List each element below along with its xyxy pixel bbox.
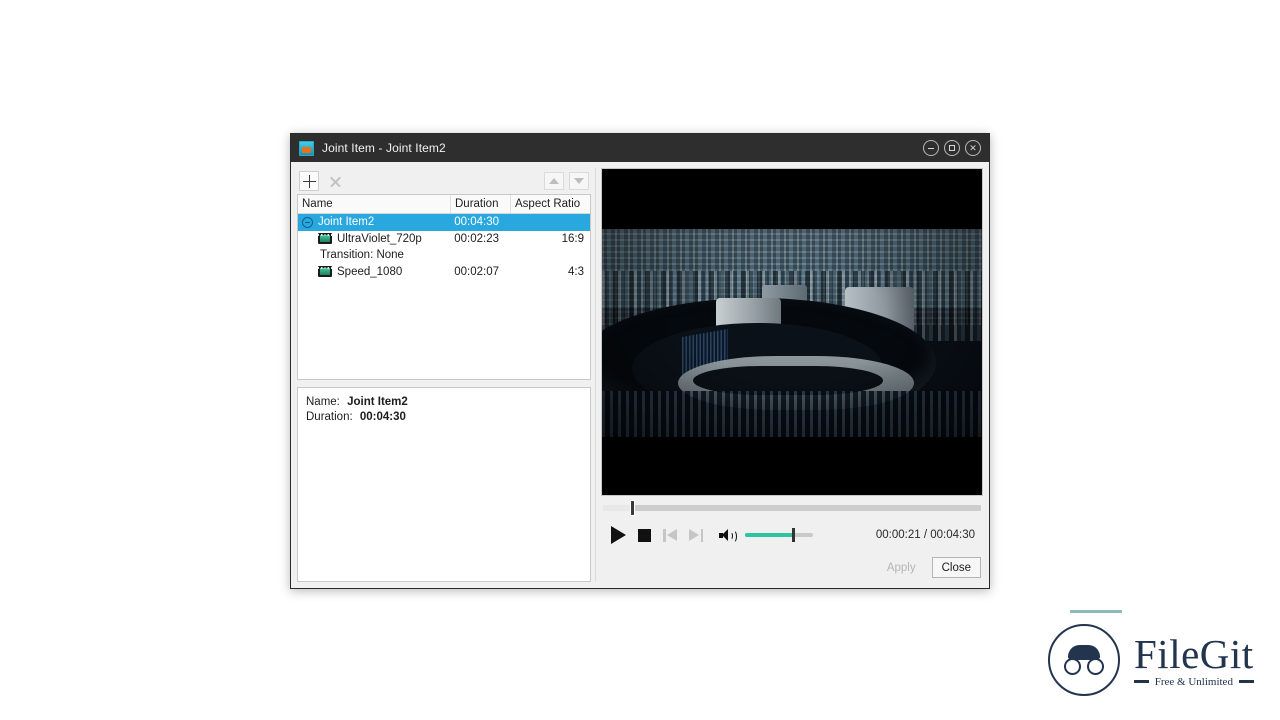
pane-splitter[interactable] <box>591 168 601 582</box>
list-rows: Joint Item2 00:04:30 UltraViolet_720p 00… <box>298 214 590 379</box>
row-name-cell: Joint Item2 <box>298 216 439 228</box>
minimize-button[interactable] <box>923 140 939 156</box>
seek-fill <box>603 505 633 511</box>
dialog-body: Name Duration Aspect Ratio Joint Item2 0… <box>291 162 989 588</box>
row-name-text: Speed_1080 <box>337 265 403 278</box>
info-duration-label: Duration: <box>306 411 353 423</box>
screen: Joint Item - Joint Item2 ✕ Name Duration… <box>0 0 1280 720</box>
next-button <box>683 523 709 547</box>
row-name-text: Joint Item2 <box>318 216 375 229</box>
video-frame <box>602 229 982 437</box>
column-header-aspect-ratio[interactable]: Aspect Ratio <box>511 195 590 213</box>
window-title: Joint Item - Joint Item2 <box>322 141 446 155</box>
maximize-icon <box>949 145 955 151</box>
chevron-up-icon <box>549 178 559 184</box>
row-duration-cell: 00:02:23 <box>454 232 499 245</box>
dialog-footer: Apply Close <box>601 553 983 580</box>
stop-button[interactable] <box>631 523 657 547</box>
previous-icon <box>663 528 677 542</box>
previous-button <box>657 523 683 547</box>
info-name-line: Name: Joint Item2 <box>306 395 582 410</box>
info-name-value: Joint Item2 <box>347 396 408 408</box>
info-duration-value: 00:04:30 <box>359 411 406 423</box>
mute-button[interactable] <box>715 524 739 546</box>
info-name-label: Name: <box>306 396 340 408</box>
binoculars-icon <box>1064 645 1104 675</box>
table-row[interactable]: Transition: None <box>298 247 590 264</box>
volume-fill <box>745 533 793 537</box>
row-duration-cell: 00:04:30 <box>454 216 499 229</box>
list-header: Name Duration Aspect Ratio <box>298 195 590 214</box>
watermark-logo-circle <box>1048 624 1120 696</box>
volume-slider[interactable] <box>745 527 813 543</box>
watermark-rule-top <box>1070 610 1122 613</box>
film-clip-icon <box>318 233 332 245</box>
apply-button: Apply <box>886 561 916 574</box>
watermark-tagline-row: Free & Unlimited <box>1134 676 1254 688</box>
play-icon <box>610 526 626 544</box>
close-dialog-button[interactable]: Close <box>931 557 981 578</box>
window-controls: ✕ <box>923 134 981 162</box>
joint-item-dialog: Joint Item - Joint Item2 ✕ Name Duration… <box>290 133 990 589</box>
filegit-watermark: FileGit Free & Unlimited <box>1048 610 1268 700</box>
remove-item-button <box>325 171 345 191</box>
video-preview[interactable] <box>601 168 983 496</box>
maximize-button[interactable] <box>944 140 960 156</box>
move-up-button <box>544 172 564 190</box>
clip-list[interactable]: Name Duration Aspect Ratio Joint Item2 0… <box>297 194 591 380</box>
app-icon <box>299 140 314 156</box>
row-name-cell: Transition: None <box>298 249 439 261</box>
item-info-panel: Name: Joint Item2 Duration: 00:04:30 <box>297 387 591 582</box>
add-item-button[interactable] <box>299 171 319 191</box>
row-name-text: Transition: None <box>320 249 404 262</box>
table-row[interactable]: Joint Item2 00:04:30 <box>298 214 590 231</box>
close-x-icon <box>330 176 341 187</box>
close-button[interactable]: ✕ <box>965 140 981 156</box>
watermark-rule-right <box>1238 680 1254 683</box>
film-clip-icon <box>318 266 332 278</box>
row-duration-cell: 00:02:07 <box>454 265 499 278</box>
next-icon <box>689 528 703 542</box>
video-vignette <box>602 229 982 437</box>
stop-icon <box>637 528 651 542</box>
column-header-duration[interactable]: Duration <box>451 195 511 213</box>
right-pane: 00:00:21 / 00:04:30 Apply Close <box>601 168 983 582</box>
watermark-tagline: Free & Unlimited <box>1154 675 1233 688</box>
table-row[interactable]: UltraViolet_720p 00:02:23 16:9 <box>298 231 590 248</box>
info-duration-line: Duration: 00:04:30 <box>306 410 582 425</box>
row-aspect-cell: 4:3 <box>568 265 584 278</box>
row-name-text: UltraViolet_720p <box>337 232 422 245</box>
watermark-text: FileGit Free & Unlimited <box>1134 633 1254 688</box>
watermark-rule-left <box>1134 680 1149 683</box>
left-pane: Name Duration Aspect Ratio Joint Item2 0… <box>297 168 591 582</box>
seek-track[interactable] <box>603 500 981 516</box>
time-display: 00:00:21 / 00:04:30 <box>875 529 975 541</box>
play-button[interactable] <box>605 523 631 547</box>
plus-icon <box>302 174 316 188</box>
row-name-cell: Speed_1080 <box>298 266 439 278</box>
transport-controls: 00:00:21 / 00:04:30 <box>601 511 983 553</box>
column-header-name[interactable]: Name <box>298 195 451 213</box>
move-down-button <box>569 172 589 190</box>
title-bar[interactable]: Joint Item - Joint Item2 ✕ <box>291 134 989 162</box>
row-name-cell: UltraViolet_720p <box>298 233 439 245</box>
row-aspect-cell: 16:9 <box>561 232 584 245</box>
volume-handle[interactable] <box>791 528 795 542</box>
chevron-down-icon <box>574 178 584 184</box>
table-row[interactable]: Speed_1080 00:02:07 4:3 <box>298 264 590 281</box>
seek-bar[interactable] <box>601 496 983 516</box>
seek-handle[interactable] <box>630 500 636 516</box>
close-icon: ✕ <box>969 142 977 153</box>
collapse-icon[interactable] <box>302 216 313 228</box>
list-toolbar <box>297 168 591 194</box>
watermark-brand: FileGit <box>1134 630 1254 677</box>
minimize-icon <box>928 148 934 149</box>
volume-icon <box>719 528 737 543</box>
